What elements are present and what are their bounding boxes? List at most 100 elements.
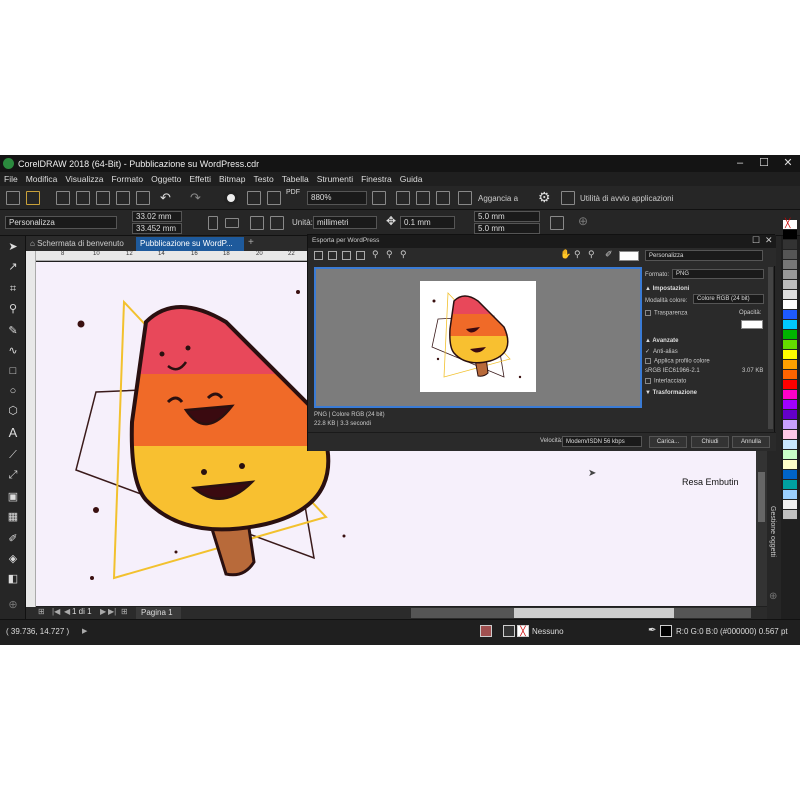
horizontal-scrollbar[interactable] [411, 608, 751, 618]
preset-dropdown[interactable]: Personalizza [645, 250, 763, 261]
artistic-media-icon[interactable]: ∿ [6, 344, 20, 358]
connector-tool-icon[interactable]: ⤢ [6, 468, 20, 482]
show-rulers-icon[interactable] [396, 191, 410, 205]
duplicate-y-field[interactable]: 5.0 mm [474, 223, 540, 234]
artwork-caption[interactable]: Resa Embutin [682, 477, 739, 487]
eyedropper-icon[interactable]: ✐ [6, 532, 20, 546]
swatch-gray[interactable] [783, 240, 797, 250]
load-button[interactable]: Carica... [649, 436, 687, 448]
menu-file[interactable]: File [4, 174, 18, 184]
swatch-black[interactable] [783, 230, 797, 240]
pan-hand-icon[interactable]: ✋ [560, 249, 571, 260]
swatch-blue[interactable] [783, 470, 797, 480]
menu-oggetto[interactable]: Oggetto [151, 174, 181, 184]
page-tab[interactable]: Pagina 1 [136, 607, 181, 619]
smart-fill-icon[interactable]: ◧ [6, 572, 20, 586]
text-tool-icon[interactable]: A [6, 426, 20, 440]
freehand-tool-icon[interactable]: ✎ [6, 324, 20, 338]
print-icon[interactable] [76, 191, 90, 205]
swatch-magenta[interactable] [783, 390, 797, 400]
add-page-icon[interactable]: ⊕ [578, 214, 588, 228]
vertical-scroll-thumb[interactable] [758, 472, 765, 522]
opacity-swatch[interactable] [741, 320, 763, 329]
swatch-gray[interactable] [783, 290, 797, 300]
nudge-distance-field[interactable]: 0.1 mm [400, 216, 455, 229]
swatch-none[interactable]: ╳ [783, 218, 797, 230]
show-grid-icon[interactable] [416, 191, 430, 205]
swatch-white[interactable] [783, 300, 797, 310]
expand-arrow-icon[interactable]: ▶ [82, 627, 87, 635]
unit-dropdown[interactable]: millimetri [313, 216, 377, 229]
all-pages-icon[interactable] [250, 216, 264, 230]
docker-label[interactable]: Gestione oggetti [769, 506, 776, 557]
swatch-cream[interactable] [783, 460, 797, 470]
shape-tool-icon[interactable]: ↗ [6, 260, 20, 274]
swatch-lavender[interactable] [783, 420, 797, 430]
redo-icon[interactable]: ↷ [190, 190, 201, 206]
parallel-dimension-icon[interactable]: ⟋ [6, 448, 20, 462]
tab-welcome[interactable]: ⌂ Schermata di benvenuto [26, 237, 134, 251]
menu-guida[interactable]: Guida [400, 174, 423, 184]
next-page-icon[interactable]: ▶ [100, 607, 106, 616]
settings-header[interactable]: ▲ Impostazioni [645, 286, 689, 292]
launcher-icon[interactable] [561, 191, 575, 205]
swatch-gray[interactable] [783, 250, 797, 260]
menu-effetti[interactable]: Effetti [189, 174, 211, 184]
zoom-tool-icon[interactable]: ⚲ [6, 302, 20, 316]
preview-zoom-out-icon[interactable]: ⚲ [588, 249, 595, 260]
menu-tabella[interactable]: Tabella [282, 174, 309, 184]
single-view-icon[interactable] [314, 251, 323, 260]
swatch-orange[interactable] [783, 370, 797, 380]
crop-tool-icon[interactable]: ⌗ [6, 282, 20, 296]
paste-icon[interactable] [136, 191, 150, 205]
swatch-green[interactable] [783, 330, 797, 340]
import-icon[interactable] [247, 191, 261, 205]
new-document-icon[interactable] [6, 191, 20, 205]
color-mode-dropdown[interactable]: Colore RGB (24 bit) [693, 294, 764, 304]
menu-modifica[interactable]: Modifica [26, 174, 58, 184]
split-horizontal-icon[interactable] [342, 251, 351, 260]
swatch-purple[interactable] [783, 410, 797, 420]
vertical-ruler[interactable] [26, 251, 36, 607]
antialias-checkbox[interactable]: ✓ Anti-alias [645, 348, 678, 355]
transparency-icon[interactable]: ▦ [6, 510, 20, 524]
swatch-pink[interactable] [783, 430, 797, 440]
swatch-purple[interactable] [783, 400, 797, 410]
add-page-after-icon[interactable]: ⊞ [121, 607, 128, 616]
swatch-teal[interactable] [783, 480, 797, 490]
format-dropdown[interactable]: PNG [672, 269, 764, 279]
current-page-icon[interactable] [270, 216, 284, 230]
swatch-lightblue[interactable] [783, 440, 797, 450]
options-gear-icon[interactable]: ⚙ [538, 189, 551, 206]
landscape-icon[interactable] [225, 218, 239, 228]
close-button[interactable]: Chiudi [691, 436, 729, 448]
export-preview[interactable] [314, 267, 642, 408]
swatch-gray[interactable] [783, 270, 797, 280]
cut-icon[interactable] [96, 191, 110, 205]
prev-page-icon[interactable]: ◀ [64, 607, 70, 616]
interlaced-checkbox[interactable]: Interlacciato [645, 378, 686, 385]
search-content-icon[interactable] [224, 191, 238, 205]
maximize-button[interactable]: ☐ [752, 155, 776, 172]
rectangle-tool-icon[interactable]: □ [6, 364, 20, 378]
advanced-header[interactable]: ▲ Avanzate [645, 338, 679, 344]
swatch-red[interactable] [783, 380, 797, 390]
menu-formato[interactable]: Formato [111, 174, 143, 184]
zoom-field[interactable]: 880% [307, 191, 367, 205]
snap-icon[interactable] [458, 191, 472, 205]
matte-color-swatch[interactable] [619, 251, 639, 261]
swatch-cyan[interactable] [783, 320, 797, 330]
copy-icon[interactable] [116, 191, 130, 205]
horizontal-scroll-thumb[interactable] [514, 608, 674, 618]
dialog-maximize-icon[interactable]: ☐ [752, 235, 760, 246]
menu-bitmap[interactable]: Bitmap [219, 174, 245, 184]
new-tab-icon[interactable]: + [248, 237, 254, 248]
pick-tool-icon[interactable]: ➤ [6, 240, 20, 254]
split-vertical-icon[interactable] [328, 251, 337, 260]
polygon-tool-icon[interactable]: ⬡ [6, 404, 20, 418]
menu-strumenti[interactable]: Strumenti [317, 174, 353, 184]
drop-shadow-icon[interactable]: ▣ [6, 490, 20, 504]
swatch-gray[interactable] [783, 510, 797, 520]
interactive-fill-icon[interactable]: ◈ [6, 552, 20, 566]
save-icon[interactable] [56, 191, 70, 205]
